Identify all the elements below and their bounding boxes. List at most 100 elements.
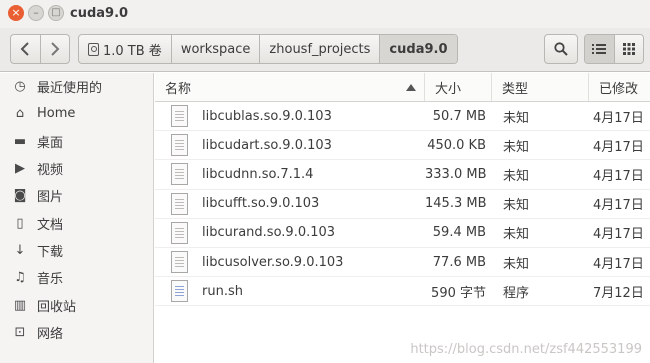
file-modified: 4月17日: [593, 168, 644, 184]
file-size: 590 字节: [431, 285, 486, 301]
file-icon: [171, 105, 188, 128]
sidebar-item-label: 最近使用的: [37, 81, 103, 97]
file-type: 未知: [503, 168, 530, 184]
column-headers: 名称 大小 类型 已修改: [155, 73, 650, 102]
watermark: https://blog.csdn.net/zsf442553199: [410, 342, 642, 357]
file-name: libcufft.so.9.0.103: [202, 196, 320, 212]
file-icon: [171, 163, 188, 186]
breadcrumb: 1.0 TB 卷 workspace zhousf_projects cuda9…: [78, 34, 458, 64]
file-size: 59.4 MB: [432, 225, 486, 241]
file-icon: [171, 134, 188, 157]
toolbar: 1.0 TB 卷 workspace zhousf_projects cuda9…: [0, 28, 650, 72]
column-header-label: 名称: [165, 81, 192, 97]
file-row[interactable]: libcublas.so.9.0.103 50.7 MB 未知 4月17日: [155, 102, 650, 132]
file-name: libcudnn.so.7.1.4: [202, 166, 314, 182]
file-modified: 4月17日: [593, 227, 644, 243]
column-header-label: 已修改: [599, 81, 639, 97]
sidebar-item-home[interactable]: ⌂ Home: [0, 100, 153, 127]
sidebar-item-downloads[interactable]: ↓ 下载: [0, 237, 153, 264]
breadcrumb-zhousf-projects[interactable]: zhousf_projects: [259, 35, 379, 63]
view-toggle: [584, 34, 644, 64]
file-icon: [171, 221, 188, 244]
document-icon: ▯: [16, 215, 24, 231]
sidebar-item-label: 图片: [37, 190, 64, 206]
close-window-button[interactable]: ×: [8, 5, 24, 21]
title-bar: × – □ cuda9.0: [0, 0, 650, 28]
file-modified: 4月17日: [593, 198, 644, 214]
back-button[interactable]: [11, 35, 40, 63]
network-icon: ⊡: [14, 324, 26, 340]
chevron-right-icon: [51, 42, 60, 56]
file-row[interactable]: libcufft.so.9.0.103 145.3 MB 未知 4月17日: [155, 190, 650, 219]
sidebar-item-label: 回收站: [37, 299, 77, 315]
sidebar-item-trash[interactable]: ▥ 回收站: [0, 291, 153, 318]
file-row[interactable]: libcurand.so.9.0.103 59.4 MB 未知 4月17日: [155, 219, 650, 248]
file-modified: 7月12日: [593, 285, 644, 301]
list-view-button[interactable]: [585, 35, 614, 63]
breadcrumb-cuda9[interactable]: cuda9.0: [379, 35, 457, 63]
sidebar-item-label: 下载: [37, 244, 64, 260]
file-list: 名称 大小 类型 已修改 libcublas.so.9.0.103 50.7 M…: [155, 73, 650, 363]
search-icon: [554, 42, 568, 56]
script-file-icon: [171, 280, 188, 303]
file-icon: [171, 251, 188, 274]
breadcrumb-drive[interactable]: 1.0 TB 卷: [79, 35, 171, 63]
sidebar-item-pictures[interactable]: ◙ 图片: [0, 182, 153, 209]
file-size: 145.3 MB: [425, 196, 487, 212]
clock-icon: ◷: [14, 79, 26, 95]
list-icon: [592, 44, 607, 54]
file-size: 77.6 MB: [432, 254, 486, 270]
column-header-size[interactable]: 大小: [425, 73, 492, 101]
file-modified: 4月17日: [593, 256, 644, 272]
breadcrumb-workspace[interactable]: workspace: [170, 35, 260, 63]
download-icon: ↓: [14, 242, 26, 258]
breadcrumb-label: 1.0 TB 卷: [103, 43, 162, 59]
file-size: 333.0 MB: [425, 166, 487, 182]
column-header-modified[interactable]: 已修改: [589, 73, 650, 101]
breadcrumb-label: cuda9.0: [389, 41, 448, 57]
column-header-label: 大小: [435, 81, 462, 97]
file-size: 50.7 MB: [432, 108, 486, 124]
file-type: 未知: [503, 139, 530, 155]
file-size: 450.0 KB: [427, 137, 486, 153]
video-icon: ▶: [15, 161, 25, 177]
file-modified: 4月17日: [593, 110, 644, 126]
sidebar-item-music[interactable]: ♫ 音乐: [0, 264, 153, 291]
minimize-window-button[interactable]: –: [28, 5, 44, 21]
window-title: cuda9.0: [70, 6, 129, 21]
drive-icon: [88, 42, 99, 56]
search-button[interactable]: [544, 34, 578, 64]
file-row[interactable]: libcudnn.so.7.1.4 333.0 MB 未知 4月17日: [155, 160, 650, 190]
navigation-buttons: [10, 34, 70, 64]
grid-icon: [622, 43, 635, 55]
sidebar-item-label: 视频: [37, 163, 64, 179]
sidebar-item-label: Home: [37, 106, 76, 122]
trash-icon: ▥: [13, 297, 27, 313]
file-row[interactable]: libcusolver.so.9.0.103 77.6 MB 未知 4月17日: [155, 248, 650, 278]
file-row[interactable]: run.sh 590 字节 程序 7月12日: [155, 277, 650, 307]
file-name: run.sh: [202, 283, 243, 299]
file-type: 未知: [503, 227, 530, 243]
sidebar-item-network[interactable]: ⊡ 网络: [0, 319, 153, 346]
sidebar-item-documents[interactable]: ▯ 文档: [0, 209, 153, 236]
file-type: 未知: [503, 110, 530, 126]
file-name: libcurand.so.9.0.103: [202, 225, 336, 241]
column-header-type[interactable]: 类型: [492, 73, 589, 101]
file-row[interactable]: libcudart.so.9.0.103 450.0 KB 未知 4月17日: [155, 131, 650, 161]
sort-ascending-icon: [406, 84, 416, 91]
file-icon: [171, 192, 188, 215]
breadcrumb-label: zhousf_projects: [269, 41, 371, 57]
breadcrumb-label: workspace: [180, 41, 251, 57]
column-header-name[interactable]: 名称: [155, 73, 425, 101]
chevron-left-icon: [20, 42, 29, 56]
sidebar: ◷ 最近使用的 ⌂ Home ▬ 桌面 ▶ 视频 ◙ 图片 ▯ 文档 ↓ 下载 …: [0, 73, 154, 363]
file-type: 未知: [503, 256, 530, 272]
sidebar-item-recent[interactable]: ◷ 最近使用的: [0, 73, 153, 100]
forward-button[interactable]: [39, 35, 70, 63]
file-type: 程序: [503, 285, 530, 301]
sidebar-item-videos[interactable]: ▶ 视频: [0, 155, 153, 182]
sidebar-item-desktop[interactable]: ▬ 桌面: [0, 128, 153, 155]
grid-view-button[interactable]: [613, 35, 643, 63]
maximize-window-button[interactable]: □: [48, 5, 64, 21]
sidebar-item-label: 文档: [37, 217, 64, 233]
